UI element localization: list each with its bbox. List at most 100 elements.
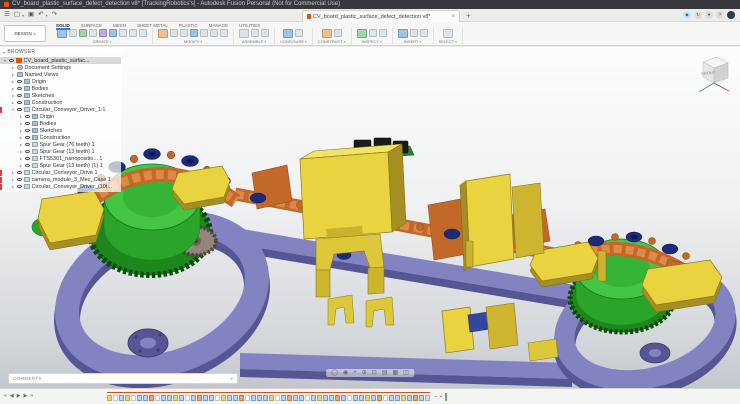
timeline-marker[interactable] — [413, 395, 418, 401]
file-menu-caret-icon[interactable]: ▾ — [22, 13, 24, 18]
undo-icon[interactable]: ↶ — [38, 12, 43, 19]
group-insert-label[interactable]: INSERT — [404, 38, 421, 44]
revolve-icon[interactable] — [89, 29, 97, 37]
interference-icon[interactable] — [369, 29, 377, 37]
right-drive-assembly[interactable] — [530, 232, 737, 388]
undo-caret-icon[interactable]: ▾ — [46, 13, 48, 18]
timeline-marker[interactable] — [215, 395, 220, 401]
tab-utilities[interactable]: UTILITIES — [239, 23, 260, 28]
step-back-icon[interactable]: ◀ — [10, 394, 14, 399]
timeline-marker[interactable] — [167, 395, 172, 401]
timeline-marker[interactable] — [419, 395, 424, 401]
document-tab[interactable]: CV_board_plastic_surface_defect_detectio… — [302, 10, 460, 22]
shell-icon[interactable] — [180, 29, 188, 37]
group-construct-label[interactable]: CONSTRUCT — [318, 38, 346, 44]
play-icon[interactable]: ▶ — [17, 394, 21, 399]
as-built-joint-icon[interactable] — [251, 29, 259, 37]
timeline-marker[interactable] — [239, 395, 244, 401]
joint-icon[interactable] — [239, 29, 249, 38]
orbit-icon[interactable]: ◯ — [331, 370, 338, 376]
browser-item[interactable]: ▾CV_board_plastic_surfac... — [0, 57, 121, 64]
browser-header[interactable]: ▾ BROWSER — [0, 48, 121, 57]
timeline-marker[interactable] — [155, 395, 160, 401]
timeline-marker[interactable] — [257, 395, 262, 401]
expand-caret-icon[interactable]: ▸ — [19, 149, 23, 154]
visibility-eye-icon[interactable] — [25, 143, 30, 146]
timeline-marker[interactable] — [335, 395, 340, 401]
timeline-marker[interactable] — [299, 395, 304, 401]
file-menu-icon[interactable]: ▢ — [14, 12, 20, 19]
expand-caret-icon[interactable]: ▸ — [11, 177, 15, 182]
timeline-marker[interactable] — [359, 395, 364, 401]
visibility-eye-icon[interactable] — [17, 108, 22, 111]
browser-item[interactable]: ▸Spur Gear (13 teeth) 1 — [0, 148, 121, 155]
fillet-icon[interactable] — [170, 29, 178, 37]
expand-caret-icon[interactable]: ▾ — [3, 58, 7, 63]
thread-icon[interactable] — [129, 29, 137, 37]
profile-avatar[interactable] — [727, 11, 735, 19]
browser-item[interactable]: ▸Circular_Conveyor_Drive 1 — [0, 169, 121, 176]
browser-item[interactable]: ▸Document Settings — [0, 64, 121, 71]
combine-icon[interactable] — [190, 29, 198, 37]
browser-item[interactable]: ▸Named Views — [0, 71, 121, 78]
group-modify-label[interactable]: MODIFY — [184, 38, 202, 44]
visibility-eye-icon[interactable] — [17, 178, 22, 181]
zoom-icon[interactable]: ⊕ — [362, 370, 367, 376]
grid-settings-icon[interactable]: ▦ — [392, 370, 398, 376]
timeline-marker[interactable] — [287, 395, 292, 401]
expand-caret-icon[interactable]: ▸ — [19, 156, 23, 161]
offset-face-icon[interactable] — [200, 29, 208, 37]
group-inspect-label[interactable]: INSPECT — [362, 38, 382, 44]
browser-item[interactable]: ▸Origin — [0, 78, 121, 85]
browser-item[interactable]: ▾Circular_Conveyor_Driver_1:1 — [0, 106, 121, 113]
timeline-marker[interactable] — [323, 395, 328, 401]
timeline-marker[interactable] — [245, 395, 250, 401]
timeline-marker[interactable] — [221, 395, 226, 401]
timeline-marker[interactable] — [365, 395, 370, 401]
workspace-selector[interactable]: DESIGN ▾ — [4, 25, 46, 42]
browser-item[interactable]: ▸Origin — [0, 113, 121, 120]
visibility-eye-icon[interactable] — [25, 136, 30, 139]
sweep-icon[interactable] — [99, 29, 107, 37]
visibility-eye-icon[interactable] — [17, 171, 22, 174]
tab-sheet-metal[interactable]: SHEET METAL — [137, 23, 168, 28]
timeline-marker[interactable] — [197, 395, 202, 401]
timeline-marker[interactable] — [293, 395, 298, 401]
extrude-icon[interactable] — [79, 29, 87, 37]
fit-icon[interactable]: ⊡ — [372, 370, 377, 376]
visibility-eye-icon[interactable] — [25, 164, 30, 167]
timeline-marker[interactable] — [149, 395, 154, 401]
tab-plastic[interactable]: PLASTIC — [179, 23, 198, 28]
axis-icon[interactable] — [334, 29, 342, 37]
expand-caret-icon[interactable]: ▸ — [11, 72, 15, 77]
timeline-marker[interactable] — [329, 395, 334, 401]
timeline-marker[interactable] — [263, 395, 268, 401]
job-status-icon[interactable]: ↻ — [694, 11, 702, 19]
timeline-marker[interactable] — [233, 395, 238, 401]
timeline-zoom-out-icon[interactable]: − — [434, 394, 437, 400]
timeline-marker[interactable] — [401, 395, 406, 401]
visibility-eye-icon[interactable] — [25, 129, 30, 132]
display-settings-icon[interactable]: ▤ — [382, 370, 388, 376]
timeline-marker[interactable] — [143, 395, 148, 401]
timeline-marker[interactable] — [383, 395, 388, 401]
timeline-marker[interactable] — [185, 395, 190, 401]
box-icon[interactable] — [139, 29, 147, 37]
timeline-marker[interactable] — [113, 395, 118, 401]
split-body-icon[interactable] — [210, 29, 218, 37]
timeline-marker[interactable] — [119, 395, 124, 401]
expand-caret-icon[interactable]: ▸ — [19, 135, 23, 140]
data-panel-icon[interactable]: ☰ — [4, 12, 10, 19]
expand-caret-icon[interactable]: ▸ — [11, 184, 15, 189]
visibility-eye-icon[interactable] — [9, 59, 14, 62]
expand-caret-icon[interactable]: ▸ — [11, 79, 15, 84]
browser-item[interactable]: ▸Sketches — [0, 92, 121, 99]
browser-item[interactable]: ▸Bodies — [0, 120, 121, 127]
group-select-label[interactable]: SELECT — [439, 38, 457, 44]
expand-caret-icon[interactable]: ▸ — [19, 142, 23, 147]
timeline-marker[interactable] — [389, 395, 394, 401]
group-configure-label[interactable]: CONFIGURE — [280, 38, 307, 44]
go-to-end-icon[interactable]: » — [30, 394, 33, 399]
timeline-marker[interactable] — [395, 395, 400, 401]
visibility-eye-icon[interactable] — [25, 150, 30, 153]
